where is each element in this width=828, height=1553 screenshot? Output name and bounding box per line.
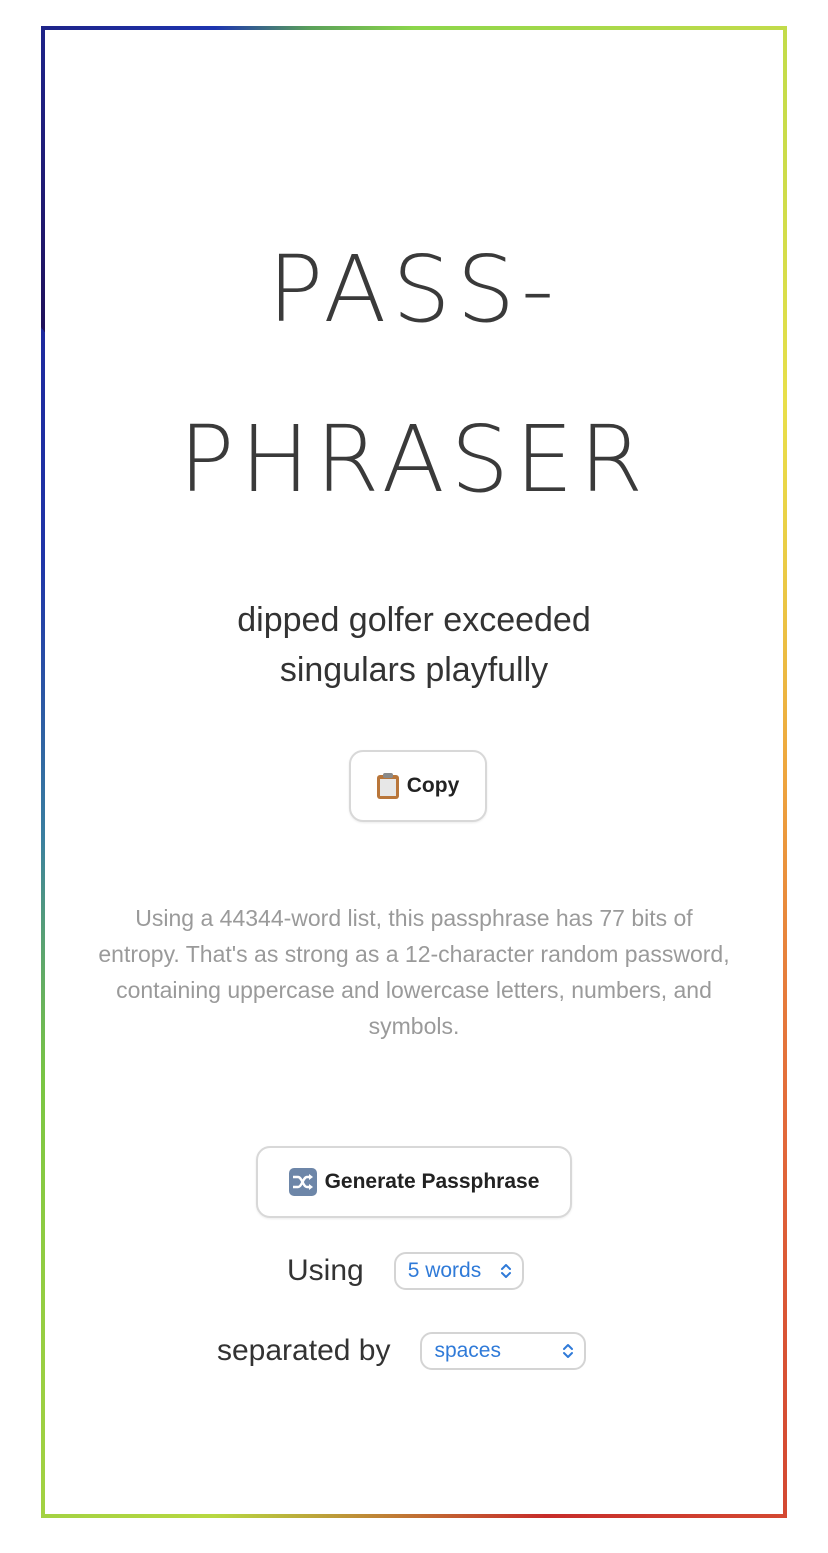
clipboard-icon <box>376 773 399 799</box>
copy-button[interactable]: Copy <box>349 750 487 822</box>
page-title: PASS- PHRASER <box>45 205 783 545</box>
word-count-select[interactable]: 5 words <box>393 1252 524 1290</box>
entropy-info-text: Using a 44344-word list, this passphrase… <box>98 905 730 1039</box>
title-line-1: PASS- <box>267 236 561 343</box>
separator-select[interactable]: spaces <box>420 1332 587 1370</box>
generated-passphrase: dipped golfer exceeded singulars playful… <box>237 601 591 689</box>
generate-button-label: Generate Passphrase <box>324 1170 540 1193</box>
shuffle-icon <box>288 1168 317 1196</box>
copy-button-label: Copy <box>406 774 460 797</box>
separator-label: separated by <box>217 1334 391 1367</box>
title-line-2: PHRASER <box>178 406 650 513</box>
word-count-row: Using 5 words <box>287 1252 524 1290</box>
word-count-label: Using <box>287 1254 364 1287</box>
content-panel: PASS- PHRASER dipped golfer exceeded sin… <box>45 30 783 1514</box>
chevron-up-down-icon <box>500 1264 511 1278</box>
rainbow-border-frame: PASS- PHRASER dipped golfer exceeded sin… <box>41 26 787 1518</box>
word-count-value: 5 words <box>407 1259 482 1282</box>
separator-value: spaces <box>434 1339 501 1362</box>
separator-row: separated by spaces <box>217 1332 587 1370</box>
generate-passphrase-button[interactable]: Generate Passphrase <box>256 1146 572 1218</box>
chevron-up-down-icon <box>563 1344 574 1358</box>
